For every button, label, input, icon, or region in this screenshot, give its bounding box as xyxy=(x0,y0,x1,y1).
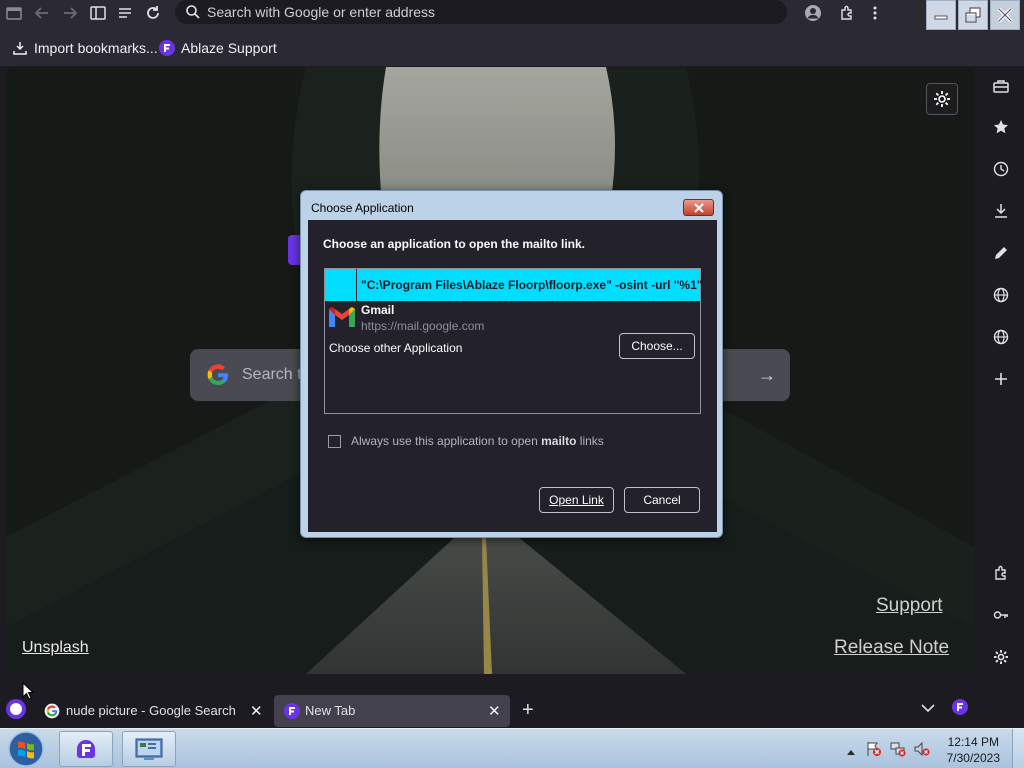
support-link[interactable]: Support xyxy=(876,595,943,617)
application-url: https://mail.google.com xyxy=(361,319,485,333)
mouse-cursor-icon xyxy=(22,682,34,700)
choose-application-dialog: Choose Application Choose an application… xyxy=(300,190,723,538)
address-bar[interactable] xyxy=(175,0,787,24)
back-icon[interactable] xyxy=(30,2,54,24)
release-note-link[interactable]: Release Note xyxy=(834,637,949,659)
clock-date: 7/30/2023 xyxy=(946,751,1000,765)
close-icon xyxy=(693,202,704,213)
tab-strip: nude picture - Google Search ✕ New Tab ✕… xyxy=(0,679,1024,728)
floorp-favicon-icon xyxy=(284,703,300,719)
windows-logo-icon xyxy=(8,731,44,767)
addons-puzzle-icon[interactable] xyxy=(990,562,1012,584)
web-panel-globe-icon-2[interactable] xyxy=(990,326,1012,348)
notes-pencil-icon[interactable] xyxy=(990,242,1012,264)
web-panel-globe-icon[interactable] xyxy=(990,284,1012,306)
always-use-checkbox[interactable] xyxy=(328,434,341,448)
restore-icon xyxy=(965,7,981,23)
unsplash-link[interactable]: Unsplash xyxy=(22,639,89,657)
sidebar-toggle-icon[interactable] xyxy=(2,2,26,24)
browser-sidebar xyxy=(978,67,1024,679)
minimize-button[interactable] xyxy=(926,0,956,30)
floorp-menu-icon[interactable] xyxy=(4,697,28,721)
close-icon xyxy=(997,7,1013,23)
application-item-gmail[interactable]: Gmail https://mail.google.com xyxy=(325,301,700,335)
newtab-settings-button[interactable] xyxy=(926,83,958,115)
application-list[interactable]: "C:\Program Files\Ablaze Floorp\floorp.e… xyxy=(324,268,703,414)
application-command: "C:\Program Files\Ablaze Floorp\floorp.e… xyxy=(361,278,703,292)
taskbar-floorp-button[interactable] xyxy=(59,731,113,767)
address-input[interactable] xyxy=(207,2,767,22)
floorp-icon xyxy=(159,40,175,56)
menu-icon[interactable] xyxy=(863,2,887,24)
start-button[interactable] xyxy=(4,731,48,767)
tab-close-icon[interactable]: ✕ xyxy=(488,702,501,720)
clock[interactable]: 12:14 PM 7/30/2023 xyxy=(947,734,1000,766)
passwords-key-icon[interactable] xyxy=(990,604,1012,626)
tab-new-tab[interactable]: New Tab ✕ xyxy=(274,695,510,727)
tray-expand-icon[interactable] xyxy=(846,743,856,761)
tab-close-icon[interactable]: ✕ xyxy=(250,702,263,720)
dialog-heading: Choose an application to open the mailto… xyxy=(323,237,586,251)
history-icon[interactable] xyxy=(990,158,1012,180)
taskbar-control-panel-button[interactable] xyxy=(122,731,176,767)
sidebar-panel-icon[interactable] xyxy=(86,2,110,24)
bookmark-star-icon[interactable] xyxy=(990,116,1012,138)
windows-taskbar: 12:14 PM 7/30/2023 xyxy=(0,728,1024,768)
application-item-floorp[interactable]: "C:\Program Files\Ablaze Floorp\floorp.e… xyxy=(325,269,703,301)
action-center-flag-icon[interactable] xyxy=(866,741,882,762)
dialog-close-button[interactable] xyxy=(683,199,714,216)
screen: Import bookmarks... Ablaze Support xyxy=(0,0,1024,768)
restore-button[interactable] xyxy=(958,0,988,30)
choose-other-label: Choose other Application xyxy=(329,341,463,355)
extensions-icon[interactable] xyxy=(835,2,859,24)
dialog-title: Choose Application xyxy=(311,201,414,215)
list-all-tabs-icon[interactable] xyxy=(113,2,137,24)
bookmarks-toolbar: Import bookmarks... Ablaze Support xyxy=(0,32,1024,66)
forward-icon[interactable] xyxy=(58,2,82,24)
show-desktop-button[interactable] xyxy=(1012,729,1024,768)
floorp-account-icon[interactable] xyxy=(952,699,968,720)
tab-google-search[interactable]: nude picture - Google Search ✕ xyxy=(38,695,268,727)
reload-icon[interactable] xyxy=(141,2,165,24)
always-use-label: Always use this application to open mail… xyxy=(351,434,604,448)
toolbox-icon[interactable] xyxy=(990,75,1012,97)
search-icon xyxy=(186,5,200,19)
always-use-row[interactable]: Always use this application to open mail… xyxy=(328,434,604,448)
tab-title: New Tab xyxy=(305,703,356,718)
application-name: Gmail xyxy=(361,303,395,317)
downloads-icon[interactable] xyxy=(990,200,1012,222)
tab-title: nude picture - Google Search xyxy=(66,703,236,718)
floorp-app-icon xyxy=(77,740,95,758)
bookmark-label: Ablaze Support xyxy=(181,40,277,56)
gmail-icon xyxy=(329,307,355,327)
app-icon-placeholder xyxy=(325,269,357,301)
volume-muted-icon[interactable] xyxy=(914,741,930,762)
clock-time: 12:14 PM xyxy=(947,735,999,749)
choose-button[interactable]: Choose... xyxy=(619,333,695,359)
control-panel-icon xyxy=(135,738,163,760)
minimize-icon xyxy=(934,15,948,20)
window-close-button[interactable] xyxy=(990,0,1020,30)
cancel-button[interactable]: Cancel xyxy=(624,487,700,513)
arrow-right-icon[interactable]: → xyxy=(758,365,776,386)
google-favicon-icon xyxy=(44,703,60,719)
add-panel-icon[interactable] xyxy=(990,368,1012,390)
browser-toolbar xyxy=(0,0,1024,32)
chevron-down-icon[interactable] xyxy=(920,701,936,719)
settings-gear-icon[interactable] xyxy=(990,646,1012,668)
account-icon[interactable] xyxy=(801,2,825,24)
new-tab-plus-icon[interactable]: + xyxy=(522,699,534,722)
dialog-body: Choose an application to open the mailto… xyxy=(308,220,717,532)
bookmark-ablaze-support[interactable]: Ablaze Support xyxy=(159,40,277,56)
bookmark-label: Import bookmarks... xyxy=(34,40,158,56)
network-icon[interactable] xyxy=(890,741,906,762)
open-link-button[interactable]: Open Link xyxy=(539,487,614,513)
import-icon xyxy=(12,40,28,56)
gear-icon xyxy=(934,91,950,107)
google-icon xyxy=(207,364,228,386)
bookmark-import[interactable]: Import bookmarks... xyxy=(12,40,158,56)
